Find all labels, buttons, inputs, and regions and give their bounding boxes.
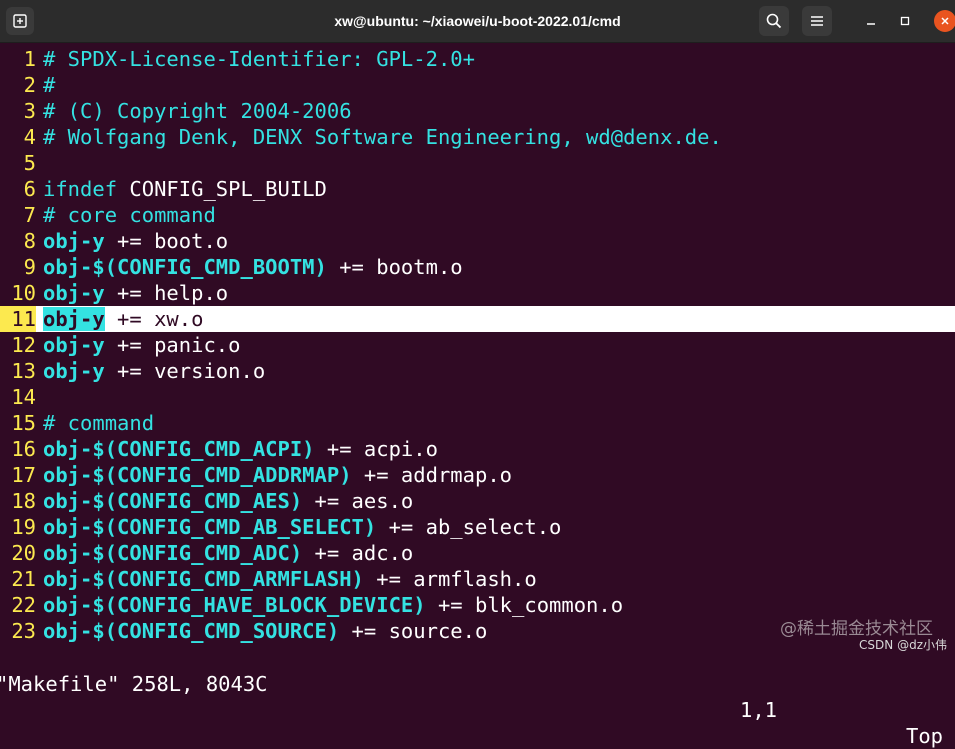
code-token: obj-$(CONFIG_CMD_ARMFLASH) bbox=[43, 567, 364, 591]
code-token: ifndef bbox=[43, 177, 118, 201]
line-number: 22 bbox=[11, 593, 36, 617]
code-token: += aes.o bbox=[302, 489, 414, 513]
code-line[interactable]: 6 ifndef CONFIG_SPL_BUILD bbox=[0, 176, 955, 202]
code-line[interactable]: 15 # command bbox=[0, 410, 955, 436]
code-token: += panic.o bbox=[104, 333, 241, 357]
code-token: obj-y bbox=[43, 281, 105, 305]
minimize-button[interactable] bbox=[858, 8, 884, 34]
code-line[interactable]: 2 # bbox=[0, 72, 955, 98]
line-number: 2 bbox=[23, 73, 36, 97]
code-token: obj-$(CONFIG_CMD_AB_SELECT) bbox=[43, 515, 377, 539]
maximize-button[interactable] bbox=[892, 8, 918, 34]
code-token: # command bbox=[43, 411, 155, 435]
search-button[interactable] bbox=[759, 6, 789, 36]
code-token: += source.o bbox=[339, 619, 488, 643]
code-token: obj-$(CONFIG_CMD_ACPI) bbox=[43, 437, 315, 461]
line-number: 7 bbox=[23, 203, 36, 227]
code-line[interactable]: 8 obj-y += boot.o bbox=[0, 228, 955, 254]
line-number: 1 bbox=[23, 47, 36, 71]
code-token: += armflash.o bbox=[363, 567, 537, 591]
code-token: obj-$(CONFIG_CMD_BOOTM) bbox=[43, 255, 327, 279]
code-token: CONFIG_SPL_BUILD bbox=[117, 177, 327, 201]
line-number: 6 bbox=[23, 177, 36, 201]
file-info: "Makefile" 258L, 8043C bbox=[0, 672, 268, 696]
code-line[interactable]: 17 obj-$(CONFIG_CMD_ADDRMAP) += addrmap.o bbox=[0, 462, 955, 488]
code-token: += addrmap.o bbox=[351, 463, 513, 487]
code-line[interactable]: 14 bbox=[0, 384, 955, 410]
code-token: obj-$(CONFIG_CMD_ADC) bbox=[43, 541, 303, 565]
code-token: += version.o bbox=[104, 359, 266, 383]
code-token: obj-y bbox=[43, 229, 105, 253]
search-icon bbox=[766, 13, 782, 29]
code-token: += bootm.o bbox=[326, 255, 463, 279]
code-token: obj-$(CONFIG_CMD_SOURCE) bbox=[43, 619, 340, 643]
line-number: 15 bbox=[11, 411, 36, 435]
code-token: += help.o bbox=[104, 281, 229, 305]
code-line[interactable]: 20 obj-$(CONFIG_CMD_ADC) += adc.o bbox=[0, 540, 955, 566]
scroll-indicator: Top bbox=[906, 724, 944, 748]
code-token: obj-y bbox=[43, 359, 105, 383]
code-token: # Wolfgang Denk, DENX Software Engineeri… bbox=[43, 125, 722, 149]
code-line[interactable]: 12 obj-y += panic.o bbox=[0, 332, 955, 358]
status-line: "Makefile" 258L, 8043C 1,1 Top bbox=[0, 645, 955, 748]
code-line[interactable]: 10 obj-y += help.o bbox=[0, 280, 955, 306]
line-number: 3 bbox=[23, 99, 36, 123]
code-token: += adc.o bbox=[302, 541, 414, 565]
code-token: obj-$(CONFIG_HAVE_BLOCK_DEVICE) bbox=[43, 593, 426, 617]
close-button[interactable] bbox=[934, 10, 955, 32]
code-line[interactable]: 18 obj-$(CONFIG_CMD_AES) += aes.o bbox=[0, 488, 955, 514]
code-token: += boot.o bbox=[104, 229, 229, 253]
line-number: 10 bbox=[11, 281, 36, 305]
code-token: obj-y bbox=[43, 307, 105, 331]
maximize-icon bbox=[900, 16, 910, 26]
line-number: 11 bbox=[0, 306, 36, 332]
line-number: 4 bbox=[23, 125, 36, 149]
code-line[interactable]: 5 bbox=[0, 150, 955, 176]
code-token: # core command bbox=[43, 203, 216, 227]
line-number: 8 bbox=[23, 229, 36, 253]
code-token: # bbox=[43, 73, 56, 97]
code-token: += blk_common.o bbox=[425, 593, 624, 617]
line-number: 14 bbox=[11, 385, 36, 409]
code-line[interactable]: 9 obj-$(CONFIG_CMD_BOOTM) += bootm.o bbox=[0, 254, 955, 280]
line-number: 18 bbox=[11, 489, 36, 513]
code-token: obj-$(CONFIG_CMD_AES) bbox=[43, 489, 303, 513]
menu-icon bbox=[811, 16, 823, 26]
code-line[interactable]: 16 obj-$(CONFIG_CMD_ACPI) += acpi.o bbox=[0, 436, 955, 462]
code-token: # (C) Copyright 2004-2006 bbox=[43, 99, 352, 123]
line-number: 19 bbox=[11, 515, 36, 539]
code-token: # SPDX-License-Identifier: GPL-2.0+ bbox=[43, 47, 475, 71]
code-token: += ab_select.o bbox=[376, 515, 562, 539]
line-number: 20 bbox=[11, 541, 36, 565]
code-line[interactable]: 4 # Wolfgang Denk, DENX Software Engineer… bbox=[0, 124, 955, 150]
menu-button[interactable] bbox=[802, 6, 832, 36]
line-number: 13 bbox=[11, 359, 36, 383]
code-line[interactable]: 13 obj-y += version.o bbox=[0, 358, 955, 384]
code-token: obj-y bbox=[43, 333, 105, 357]
code-line[interactable]: 1 # SPDX-License-Identifier: GPL-2.0+ bbox=[0, 46, 955, 72]
close-icon bbox=[941, 17, 949, 25]
code-line[interactable]: 7 # core command bbox=[0, 202, 955, 228]
code-token: obj-$(CONFIG_CMD_ADDRMAP) bbox=[43, 463, 352, 487]
title-bar: xw@ubuntu: ~/xiaowei/u-boot-2022.01/cmd bbox=[0, 0, 955, 43]
line-number: 12 bbox=[11, 333, 36, 357]
minimize-icon bbox=[867, 23, 875, 25]
code-line[interactable]: 21 obj-$(CONFIG_CMD_ARMFLASH) += armflash… bbox=[0, 566, 955, 592]
cursor-position: 1,1 bbox=[740, 698, 778, 722]
line-number: 17 bbox=[11, 463, 36, 487]
code-line[interactable]: 19 obj-$(CONFIG_CMD_AB_SELECT) += ab_sele… bbox=[0, 514, 955, 540]
code-token: += acpi.o bbox=[314, 437, 438, 461]
code-line[interactable]: 11 obj-y += xw.o bbox=[0, 306, 955, 332]
line-number: 23 bbox=[11, 619, 36, 643]
line-number: 21 bbox=[11, 567, 36, 591]
line-number: 16 bbox=[11, 437, 36, 461]
code-token: += xw.o bbox=[104, 307, 204, 331]
line-number: 5 bbox=[23, 151, 36, 175]
line-number: 9 bbox=[23, 255, 36, 279]
code-line[interactable]: 3 # (C) Copyright 2004-2006 bbox=[0, 98, 955, 124]
